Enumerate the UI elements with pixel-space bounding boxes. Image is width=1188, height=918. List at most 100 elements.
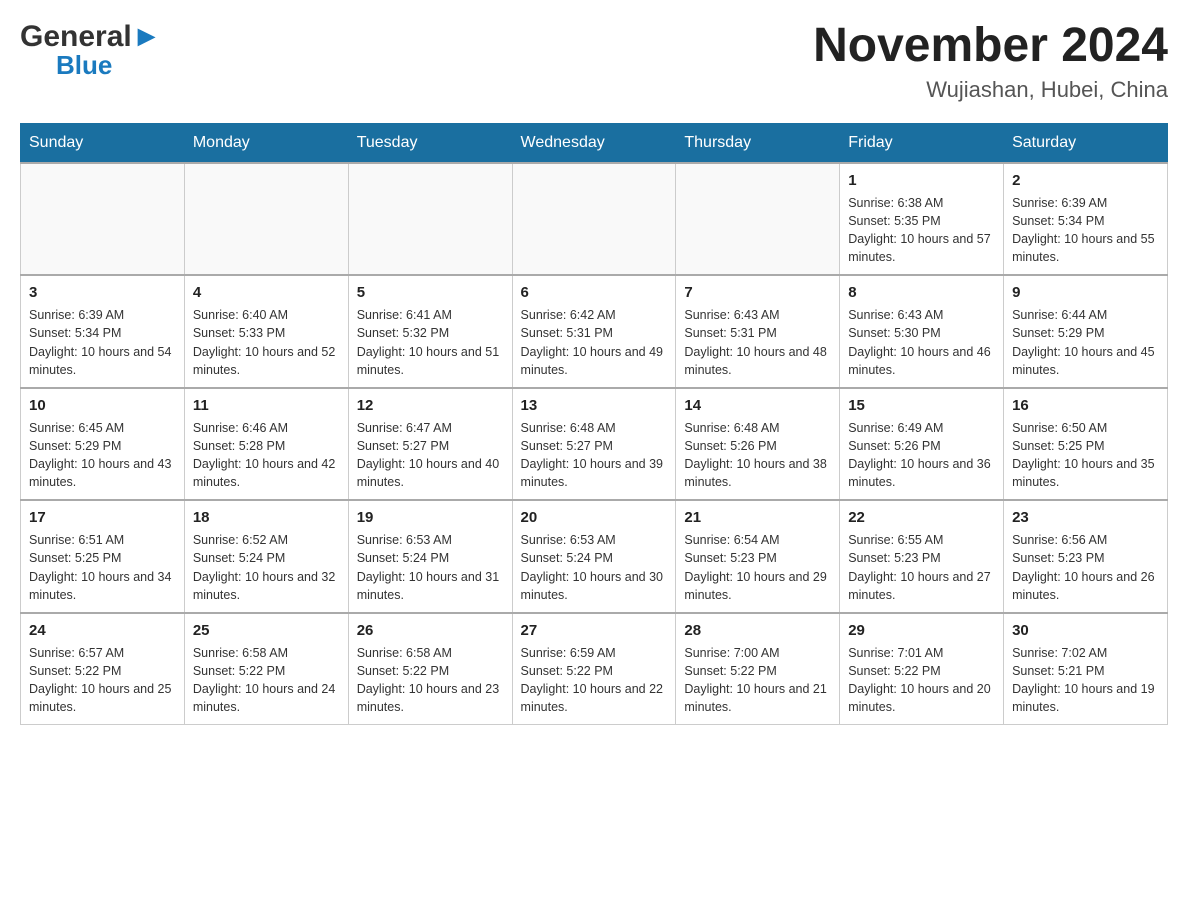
calendar-cell: 3 Sunrise: 6:39 AMSunset: 5:34 PMDaylight… xyxy=(21,275,185,388)
header-tuesday: Tuesday xyxy=(348,123,512,163)
calendar-cell: 10Sunrise: 6:45 AMSunset: 5:29 PMDayligh… xyxy=(21,388,185,501)
day-number: 19 xyxy=(357,507,504,528)
week-row-2: 10Sunrise: 6:45 AMSunset: 5:29 PMDayligh… xyxy=(21,388,1168,501)
calendar-cell: 27Sunrise: 6:59 AMSunset: 5:22 PMDayligh… xyxy=(512,613,676,725)
calendar-cell xyxy=(184,163,348,276)
week-row-4: 24 Sunrise: 6:57 AMSunset: 5:22 PMDayligh… xyxy=(21,613,1168,725)
calendar-cell: 6 Sunrise: 6:42 AMSunset: 5:31 PMDaylight… xyxy=(512,275,676,388)
week-row-3: 17 Sunrise: 6:51 AMSunset: 5:25 PMDayligh… xyxy=(21,500,1168,613)
day-number: 17 xyxy=(29,507,176,528)
calendar-cell: 26 Sunrise: 6:58 AMSunset: 5:22 PMDayligh… xyxy=(348,613,512,725)
calendar-cell: 13Sunrise: 6:48 AMSunset: 5:27 PMDayligh… xyxy=(512,388,676,501)
day-number: 7 xyxy=(684,282,831,303)
header-wednesday: Wednesday xyxy=(512,123,676,163)
location-title: Wujiashan, Hubei, China xyxy=(813,77,1168,103)
calendar-cell: 11Sunrise: 6:46 AMSunset: 5:28 PMDayligh… xyxy=(184,388,348,501)
day-number: 4 xyxy=(193,282,340,303)
header-sunday: Sunday xyxy=(21,123,185,163)
day-info: Sunrise: 7:01 AMSunset: 5:22 PMDaylight:… xyxy=(848,644,995,717)
calendar-cell xyxy=(512,163,676,276)
calendar-cell: 22 Sunrise: 6:55 AMSunset: 5:23 PMDayligh… xyxy=(840,500,1004,613)
day-info: Sunrise: 6:58 AMSunset: 5:22 PMDaylight:… xyxy=(193,644,340,717)
day-info: Sunrise: 6:48 AMSunset: 5:26 PMDaylight:… xyxy=(684,419,831,492)
calendar-cell xyxy=(676,163,840,276)
day-info: Sunrise: 6:55 AMSunset: 5:23 PMDaylight:… xyxy=(848,531,995,604)
day-number: 5 xyxy=(357,282,504,303)
day-info: Sunrise: 6:51 AMSunset: 5:25 PMDaylight:… xyxy=(29,531,176,604)
header-friday: Friday xyxy=(840,123,1004,163)
header-saturday: Saturday xyxy=(1004,123,1168,163)
day-info: Sunrise: 6:58 AMSunset: 5:22 PMDaylight:… xyxy=(357,644,504,717)
day-info: Sunrise: 6:41 AMSunset: 5:32 PMDaylight:… xyxy=(357,306,504,379)
calendar-cell: 21 Sunrise: 6:54 AMSunset: 5:23 PMDayligh… xyxy=(676,500,840,613)
day-info: Sunrise: 6:46 AMSunset: 5:28 PMDaylight:… xyxy=(193,419,340,492)
calendar-cell: 23Sunrise: 6:56 AMSunset: 5:23 PMDayligh… xyxy=(1004,500,1168,613)
day-number: 15 xyxy=(848,395,995,416)
day-number: 20 xyxy=(521,507,668,528)
day-number: 29 xyxy=(848,620,995,641)
header-monday: Monday xyxy=(184,123,348,163)
day-number: 18 xyxy=(193,507,340,528)
day-info: Sunrise: 6:50 AMSunset: 5:25 PMDaylight:… xyxy=(1012,419,1159,492)
day-number: 13 xyxy=(521,395,668,416)
day-info: Sunrise: 6:45 AMSunset: 5:29 PMDaylight:… xyxy=(29,419,176,492)
calendar-cell: 2Sunrise: 6:39 AMSunset: 5:34 PMDaylight… xyxy=(1004,163,1168,276)
logo-general-text: General► xyxy=(20,20,161,54)
calendar-cell: 5 Sunrise: 6:41 AMSunset: 5:32 PMDaylight… xyxy=(348,275,512,388)
calendar-cell: 25 Sunrise: 6:58 AMSunset: 5:22 PMDayligh… xyxy=(184,613,348,725)
calendar-cell: 28 Sunrise: 7:00 AMSunset: 5:22 PMDayligh… xyxy=(676,613,840,725)
day-info: Sunrise: 6:52 AMSunset: 5:24 PMDaylight:… xyxy=(193,531,340,604)
day-info: Sunrise: 6:54 AMSunset: 5:23 PMDaylight:… xyxy=(684,531,831,604)
day-number: 24 xyxy=(29,620,176,641)
calendar-cell: 15 Sunrise: 6:49 AMSunset: 5:26 PMDayligh… xyxy=(840,388,1004,501)
day-number: 3 xyxy=(29,282,176,303)
week-row-0: 1Sunrise: 6:38 AMSunset: 5:35 PMDaylight… xyxy=(21,163,1168,276)
day-info: Sunrise: 6:43 AMSunset: 5:31 PMDaylight:… xyxy=(684,306,831,379)
day-info: Sunrise: 6:40 AMSunset: 5:33 PMDaylight:… xyxy=(193,306,340,379)
day-number: 28 xyxy=(684,620,831,641)
calendar-cell: 20Sunrise: 6:53 AMSunset: 5:24 PMDayligh… xyxy=(512,500,676,613)
day-info: Sunrise: 6:38 AMSunset: 5:35 PMDaylight:… xyxy=(848,194,995,267)
calendar-cell: 1Sunrise: 6:38 AMSunset: 5:35 PMDaylight… xyxy=(840,163,1004,276)
day-number: 25 xyxy=(193,620,340,641)
day-number: 23 xyxy=(1012,507,1159,528)
header-thursday: Thursday xyxy=(676,123,840,163)
day-info: Sunrise: 6:57 AMSunset: 5:22 PMDaylight:… xyxy=(29,644,176,717)
day-number: 30 xyxy=(1012,620,1159,641)
day-number: 26 xyxy=(357,620,504,641)
day-info: Sunrise: 6:47 AMSunset: 5:27 PMDaylight:… xyxy=(357,419,504,492)
calendar-cell: 18 Sunrise: 6:52 AMSunset: 5:24 PMDayligh… xyxy=(184,500,348,613)
month-title: November 2024 xyxy=(813,20,1168,73)
day-number: 16 xyxy=(1012,395,1159,416)
day-number: 12 xyxy=(357,395,504,416)
calendar-cell: 9 Sunrise: 6:44 AMSunset: 5:29 PMDaylight… xyxy=(1004,275,1168,388)
day-info: Sunrise: 7:00 AMSunset: 5:22 PMDaylight:… xyxy=(684,644,831,717)
calendar-table: Sunday Monday Tuesday Wednesday Thursday… xyxy=(20,123,1168,726)
page-header: General► Blue November 2024 Wujiashan, H… xyxy=(20,20,1168,103)
logo-blue-text: Blue xyxy=(56,50,112,81)
calendar-cell: 8 Sunrise: 6:43 AMSunset: 5:30 PMDaylight… xyxy=(840,275,1004,388)
day-info: Sunrise: 6:43 AMSunset: 5:30 PMDaylight:… xyxy=(848,306,995,379)
day-number: 6 xyxy=(521,282,668,303)
day-info: Sunrise: 6:42 AMSunset: 5:31 PMDaylight:… xyxy=(521,306,668,379)
week-row-1: 3 Sunrise: 6:39 AMSunset: 5:34 PMDaylight… xyxy=(21,275,1168,388)
day-number: 9 xyxy=(1012,282,1159,303)
title-section: November 2024 Wujiashan, Hubei, China xyxy=(813,20,1168,103)
day-info: Sunrise: 6:44 AMSunset: 5:29 PMDaylight:… xyxy=(1012,306,1159,379)
day-number: 14 xyxy=(684,395,831,416)
weekday-header-row: Sunday Monday Tuesday Wednesday Thursday… xyxy=(21,123,1168,163)
day-number: 21 xyxy=(684,507,831,528)
day-number: 8 xyxy=(848,282,995,303)
calendar-cell: 12 Sunrise: 6:47 AMSunset: 5:27 PMDayligh… xyxy=(348,388,512,501)
calendar-cell: 4 Sunrise: 6:40 AMSunset: 5:33 PMDaylight… xyxy=(184,275,348,388)
logo-general-blue: ► xyxy=(132,20,162,53)
day-info: Sunrise: 6:39 AMSunset: 5:34 PMDaylight:… xyxy=(29,306,176,379)
calendar-cell: 16 Sunrise: 6:50 AMSunset: 5:25 PMDayligh… xyxy=(1004,388,1168,501)
calendar-cell xyxy=(348,163,512,276)
day-number: 22 xyxy=(848,507,995,528)
day-info: Sunrise: 6:49 AMSunset: 5:26 PMDaylight:… xyxy=(848,419,995,492)
calendar-cell: 17 Sunrise: 6:51 AMSunset: 5:25 PMDayligh… xyxy=(21,500,185,613)
day-number: 27 xyxy=(521,620,668,641)
logo: General► Blue xyxy=(20,20,161,81)
calendar-cell: 7 Sunrise: 6:43 AMSunset: 5:31 PMDaylight… xyxy=(676,275,840,388)
